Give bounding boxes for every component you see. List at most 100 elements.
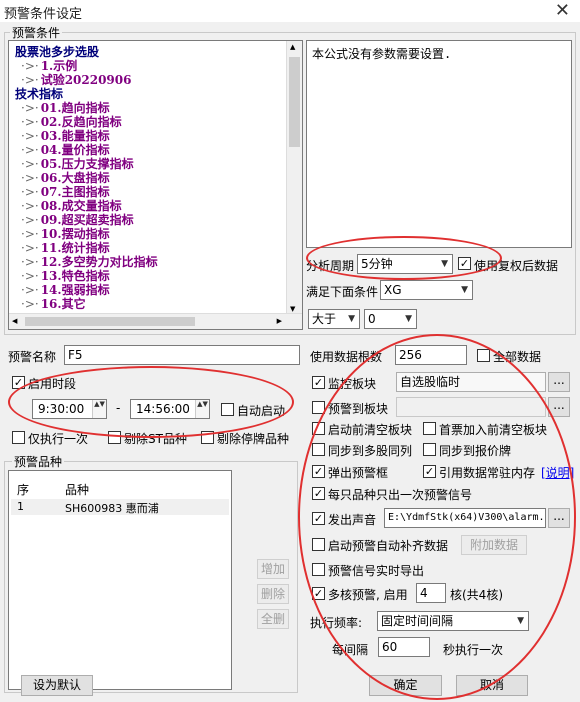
scroll-right-icon[interactable]: ▶ [277, 317, 282, 325]
alert-to-block-input[interactable] [396, 397, 546, 417]
tree-item[interactable]: ·>· 03.能量指标 [21, 129, 110, 143]
explain-link[interactable]: [说明] [541, 464, 574, 481]
end-time-spinner[interactable]: ▲▼ [195, 400, 209, 418]
tree-item[interactable]: ·>· 16.其它 [21, 297, 86, 311]
extra-data-button[interactable]: 附加数据 [461, 535, 527, 555]
delete-all-button[interactable]: 全删 [257, 609, 289, 629]
tree-item[interactable]: ·>· 试验20220906 [21, 73, 132, 87]
tree-hscrollbar[interactable]: ◀ ▶ [9, 313, 302, 329]
monitor-input[interactable]: 自选股临时 [396, 372, 546, 392]
cores-input[interactable]: 4 [416, 583, 446, 603]
tree-item-label: 06.大盘指标 [40, 171, 110, 185]
tree-branch-icon: ·>· [21, 269, 39, 283]
compare-value-select[interactable]: 0 ▼ [364, 309, 417, 329]
table-row[interactable]: 1 SH600983 惠而浦 [11, 499, 229, 515]
tree-category[interactable]: 股票池多步选股 [15, 45, 99, 59]
sound-browse-button[interactable]: ... [548, 508, 570, 528]
tree-item[interactable]: ·>· 13.特色指标 [21, 269, 110, 283]
formula-tree[interactable]: ▲ ▼ ◀ ▶ 股票池多步选股 ·>· 1.示例 ·>· 试验20220906 技术指标 ·… [8, 40, 303, 330]
scroll-left-icon[interactable]: ◀ [12, 317, 17, 325]
tree-branch-icon: ·>· [21, 59, 39, 73]
tree-item-label: 08.成交量指标 [40, 199, 122, 213]
tree-item[interactable]: ·>· 09.超买超卖指标 [21, 213, 134, 227]
once-per-stock-checkbox[interactable]: ✓ [312, 487, 325, 500]
sound-path-input[interactable]: E:\YdmfStk(x64)V300\alarm. [384, 508, 546, 528]
tree-vscrollbar[interactable]: ▲ ▼ [286, 41, 302, 315]
tree-branch-icon: ·>· [21, 157, 39, 171]
start-time-input[interactable]: 9:30:00 ▲▼ [32, 399, 107, 419]
multicore-checkbox[interactable]: ✓ [312, 587, 325, 600]
tree-item-label: 技术指标 [15, 87, 64, 101]
resident-mem-checkbox[interactable]: ✓ [423, 465, 436, 478]
exclude-suspended-checkbox[interactable] [201, 431, 214, 444]
tree-item-label: 02.反趋向指标 [40, 115, 122, 129]
exclude-st-checkbox[interactable] [108, 431, 121, 444]
tree-item[interactable]: ·>· 01.趋向指标 [21, 101, 110, 115]
end-time-input[interactable]: 14:56:00 ▲▼ [130, 399, 210, 419]
period-select[interactable]: 5分钟 ▼ [357, 254, 453, 274]
first-clear-checkbox[interactable] [423, 422, 436, 435]
tree-item[interactable]: ·>· 08.成交量指标 [21, 199, 122, 213]
run-once-checkbox[interactable] [12, 431, 25, 444]
monitor-checkbox[interactable]: ✓ [312, 376, 325, 389]
tree-branch-icon: ·>· [21, 199, 39, 213]
sync-quote-checkbox[interactable] [423, 443, 436, 456]
tree-branch-icon: ·>· [21, 171, 39, 185]
start-clear-checkbox[interactable] [312, 422, 325, 435]
ok-button[interactable]: 确定 [369, 675, 442, 696]
tree-item[interactable]: ·>· 02.反趋向指标 [21, 115, 122, 129]
cancel-button[interactable]: 取消 [456, 675, 528, 696]
tree-branch-icon: ·>· [21, 227, 39, 241]
tree-item[interactable]: ·>· 1.示例 [21, 59, 77, 73]
interval-input[interactable]: 60 [378, 637, 430, 657]
scroll-hthumb[interactable] [25, 317, 195, 326]
tree-item[interactable]: ·>· 12.多空势力对比指标 [21, 255, 158, 269]
alert-to-block-checkbox[interactable] [312, 401, 325, 414]
tree-item-label: 12.多空势力对比指标 [40, 255, 158, 269]
tree-item[interactable]: ·>· 11.统计指标 [21, 241, 110, 255]
popup-checkbox[interactable]: ✓ [312, 465, 325, 478]
tree-branch-icon: ·>· [21, 73, 39, 87]
tree-category[interactable]: 技术指标 [15, 87, 63, 101]
tree-branch-icon: ·>· [21, 213, 39, 227]
sound-checkbox[interactable]: ✓ [312, 512, 325, 525]
condition-select[interactable]: XG ▼ [380, 280, 473, 300]
auto-start-checkbox[interactable] [221, 403, 234, 416]
time-period-checkbox[interactable]: ✓ [12, 376, 25, 389]
tree-item[interactable]: ·>· 14.强弱指标 [21, 283, 110, 297]
run-once-label: 仅执行一次 [28, 432, 89, 446]
tree-item[interactable]: ·>· 04.量价指标 [21, 143, 110, 157]
all-data-label: 全部数据 [493, 350, 542, 364]
alert-name-input[interactable]: F5 [64, 345, 300, 365]
add-button[interactable]: 增加 [257, 559, 289, 579]
delete-button[interactable]: 删除 [257, 584, 289, 604]
data-count-input[interactable]: 256 [395, 345, 467, 365]
tree-item[interactable]: ·>· 07.主图指标 [21, 185, 110, 199]
start-time-spinner[interactable]: ▲▼ [92, 400, 106, 418]
tree-item-label: 股票池多步选股 [15, 45, 100, 59]
tree-item[interactable]: ·>· 05.压力支撑指标 [21, 157, 134, 171]
monitor-browse-button[interactable]: ... [548, 372, 570, 392]
stock-list[interactable]: 序 品种 1 SH600983 惠而浦 [8, 470, 232, 690]
scroll-down-icon[interactable]: ▼ [290, 305, 295, 313]
tree-item-label: 13.特色指标 [40, 269, 110, 283]
scroll-up-icon[interactable]: ▲ [290, 43, 295, 51]
resident-mem-label: 引用数据常驻内存 [439, 466, 536, 480]
sync-multi-checkbox[interactable] [312, 443, 325, 456]
tree-branch-icon: ·>· [21, 185, 39, 199]
tree-branch-icon: ·>· [21, 101, 39, 115]
compare-op-select[interactable]: 大于 ▼ [308, 309, 360, 329]
auto-fill-checkbox[interactable] [312, 538, 325, 551]
scroll-thumb[interactable] [289, 57, 300, 147]
close-icon[interactable]: ✕ [555, 0, 570, 21]
tree-item[interactable]: ·>· 06.大盘指标 [21, 171, 110, 185]
tree-item[interactable]: ·>· 10.摆动指标 [21, 227, 110, 241]
adjusted-checkbox[interactable]: ✓ [458, 257, 471, 270]
tree-branch-icon: ·>· [21, 255, 39, 269]
alert-browse-button[interactable]: ... [548, 397, 570, 417]
freq-select[interactable]: 固定时间间隔 ▼ [377, 611, 529, 631]
set-default-button[interactable]: 设为默认 [21, 675, 93, 696]
all-data-checkbox[interactable] [477, 349, 490, 362]
start-time-value: 9:30:00 [38, 402, 85, 416]
realtime-export-checkbox[interactable] [312, 563, 325, 576]
